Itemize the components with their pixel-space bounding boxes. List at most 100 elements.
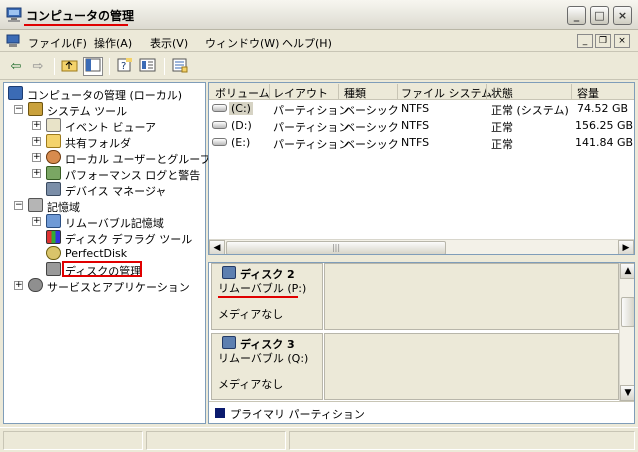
toolbox-icon [28, 102, 43, 116]
menu-action[interactable]: 操作(A) [94, 35, 132, 51]
vertical-scrollbar[interactable]: ▲ ▼ [619, 263, 634, 401]
disk-icon [222, 336, 236, 349]
up-folder-icon[interactable] [60, 57, 80, 76]
cell-layout: パーティション [273, 121, 350, 134]
mdi-restore-button[interactable]: ❐ [595, 34, 611, 48]
console-tree[interactable]: コンピュータの管理 (ローカル) − システム ツール + イベント ビューア … [3, 82, 211, 424]
properties-icon[interactable]: ? [115, 57, 135, 76]
disk-partition-area[interactable] [324, 333, 619, 400]
expand-icon[interactable]: + [32, 217, 41, 226]
window-title: コンピュータの管理 [26, 9, 135, 23]
expand-icon[interactable]: + [32, 153, 41, 162]
primary-partition-swatch [215, 408, 225, 418]
cell-filesystem: NTFS [401, 136, 430, 149]
collapse-icon[interactable]: − [14, 201, 23, 210]
column-header-status[interactable]: 状態 [491, 85, 513, 101]
disk-management-highlight-box [62, 261, 142, 277]
column-header-layout[interactable]: レイアウト [273, 85, 328, 101]
disk-graphical-view[interactable]: ディスク 2 リムーバブル (P:) メディアなし ディスク 3 リムーバブル … [208, 262, 635, 424]
show-tree-icon[interactable] [83, 57, 103, 76]
removable-storage-icon [46, 214, 61, 228]
defrag-icon [46, 230, 61, 244]
legend-label: プライマリ パーティション [230, 408, 365, 421]
disk-type: リムーバブル (Q:) [218, 352, 309, 365]
menu-window[interactable]: ウィンドウ(W) [205, 35, 279, 51]
disk-row[interactable]: ディスク 3 リムーバブル (Q:) メディアなし [209, 333, 619, 400]
collapse-icon[interactable]: − [14, 105, 23, 114]
disk-label-panel[interactable]: ディスク 2 リムーバブル (P:) メディアなし [211, 263, 323, 330]
cell-volume: (E:) [231, 136, 251, 149]
title-bar[interactable]: コンピュータの管理 _ □ × [0, 0, 638, 30]
column-divider[interactable] [269, 84, 270, 99]
minimize-button[interactable]: _ [567, 6, 586, 25]
export-icon[interactable] [170, 57, 190, 76]
status-bar [0, 427, 638, 452]
horizontal-scroll-thumb[interactable]: ||| [226, 241, 446, 254]
cell-type: ベーシック [344, 104, 399, 117]
toolbar: ⇦ ⇨ ? [0, 53, 638, 80]
tree-label: リムーバブル記憶域 [65, 217, 164, 230]
menu-bar: ファイル(F) 操作(A) 表示(V) ウィンドウ(W) ヘルプ(H) _ ❐ … [0, 31, 638, 52]
table-row[interactable]: (D:) パーティション ベーシック NTFS 正常 156.25 GB [209, 117, 634, 134]
tree-label: ローカル ユーザーとグループ [65, 153, 211, 166]
scroll-right-icon[interactable]: ▶ [618, 240, 634, 254]
toolbar-separator [54, 58, 55, 75]
event-viewer-icon [46, 118, 61, 132]
toolbar-separator [164, 58, 165, 75]
expand-icon[interactable]: + [32, 137, 41, 146]
drive-icon [212, 138, 227, 146]
table-row[interactable]: (E:) パーティション ベーシック NTFS 正常 141.84 GB [209, 134, 634, 151]
help-icon[interactable] [138, 57, 158, 76]
tree-label: 記憶域 [47, 201, 80, 214]
cell-capacity: 141.84 GB [575, 136, 634, 149]
cell-layout: パーティション [273, 104, 350, 117]
disk-partition-area[interactable] [324, 263, 619, 330]
svg-text:?: ? [121, 61, 126, 72]
cell-filesystem: NTFS [401, 102, 430, 115]
drive-icon [212, 121, 227, 129]
status-segment [146, 431, 286, 450]
drive-icon [212, 104, 227, 112]
horizontal-scrollbar[interactable]: ◀ ||| ▶ [209, 239, 634, 254]
menu-help[interactable]: ヘルプ(H) [282, 35, 332, 51]
column-header-filesystem[interactable]: ファイル システム [401, 85, 492, 101]
cell-status: 正常 [491, 138, 513, 151]
expand-icon[interactable]: + [14, 281, 23, 290]
cell-volume: (C:) [229, 102, 253, 115]
table-row[interactable]: (C:) パーティション ベーシック NTFS 正常 (システム) 74.52 … [209, 100, 634, 117]
console-icon[interactable] [6, 34, 20, 48]
disk-label-panel[interactable]: ディスク 3 リムーバブル (Q:) メディアなし [211, 333, 323, 400]
column-divider[interactable] [397, 84, 398, 99]
tree-label: イベント ビューア [65, 121, 157, 134]
vertical-scroll-thumb[interactable] [621, 297, 634, 327]
volume-list[interactable]: ボリューム レイアウト 種類 ファイル システム 状態 容量 (C:) パーティ… [208, 82, 635, 255]
menu-view[interactable]: 表示(V) [150, 35, 188, 51]
expand-icon[interactable]: + [32, 169, 41, 178]
column-divider[interactable] [486, 84, 487, 99]
back-arrow-icon[interactable]: ⇦ [6, 57, 26, 76]
column-divider[interactable] [571, 84, 572, 99]
close-button[interactable]: × [613, 6, 632, 25]
expand-icon[interactable]: + [32, 121, 41, 130]
status-segment [289, 431, 635, 450]
column-header-volume[interactable]: ボリューム [215, 85, 270, 101]
forward-arrow-icon[interactable]: ⇨ [28, 57, 48, 76]
disk-management-icon [46, 262, 61, 276]
maximize-button[interactable]: □ [590, 6, 609, 25]
scroll-left-icon[interactable]: ◀ [209, 240, 225, 254]
tree-label: サービスとアプリケーション [47, 281, 190, 294]
scroll-down-icon[interactable]: ▼ [620, 385, 634, 401]
scroll-up-icon[interactable]: ▲ [620, 263, 634, 279]
volume-list-header: ボリューム レイアウト 種類 ファイル システム 状態 容量 [209, 83, 634, 101]
tree-label: PerfectDisk [65, 247, 128, 260]
tree-label: システム ツール [47, 105, 128, 118]
mdi-close-button[interactable]: × [614, 34, 630, 48]
column-header-type[interactable]: 種類 [344, 85, 366, 101]
mdi-minimize-button[interactable]: _ [577, 34, 593, 48]
status-segment [3, 431, 143, 450]
shared-folder-icon [46, 134, 61, 148]
column-header-capacity[interactable]: 容量 [577, 85, 599, 101]
column-divider[interactable] [338, 84, 339, 99]
menu-file[interactable]: ファイル(F) [28, 35, 87, 51]
disk-row[interactable]: ディスク 2 リムーバブル (P:) メディアなし [209, 263, 619, 330]
